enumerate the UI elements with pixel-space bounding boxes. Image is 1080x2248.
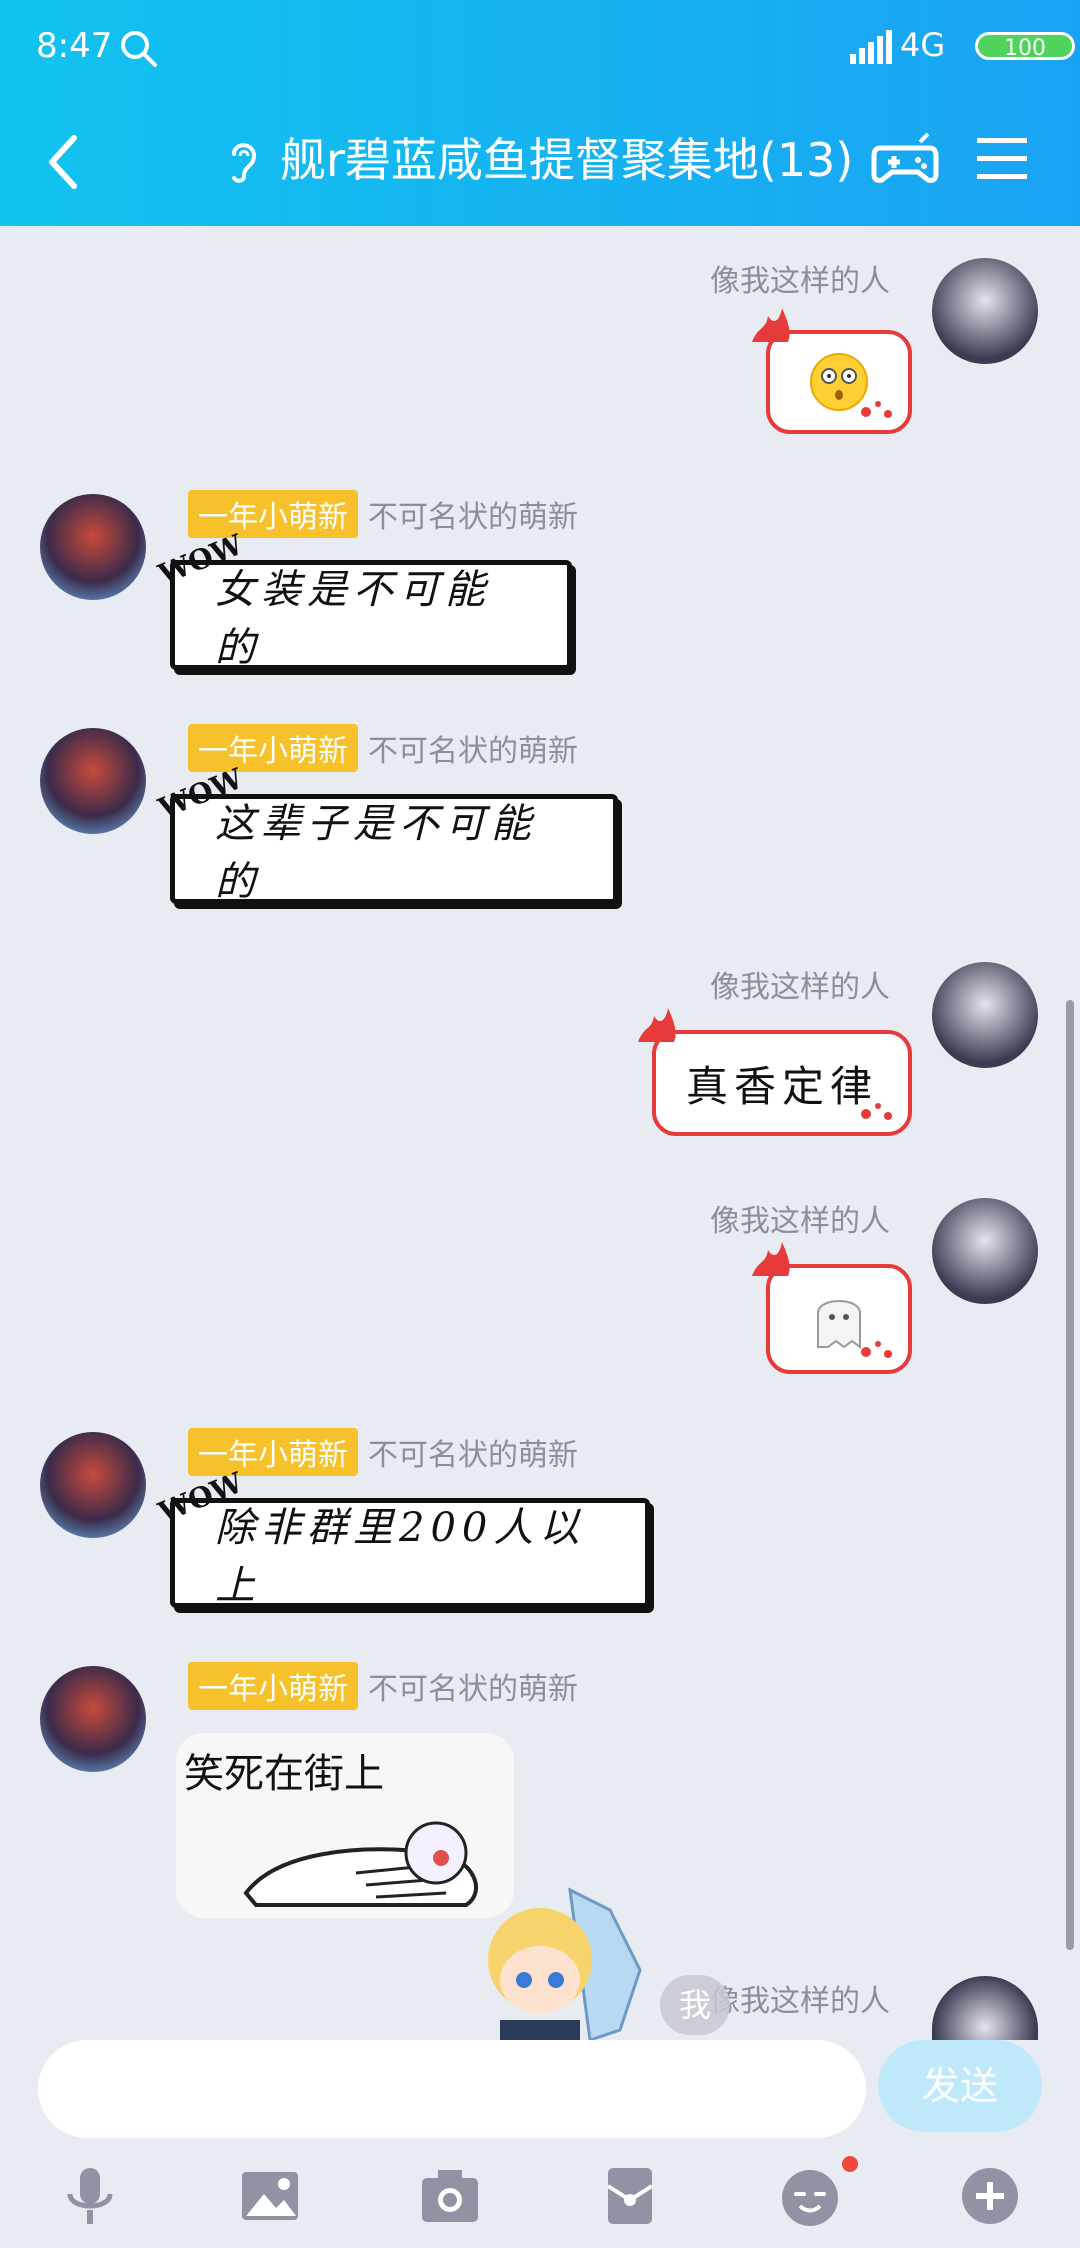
send-button[interactable]: 发送	[878, 2040, 1042, 2132]
flame-decoration-icon	[752, 1242, 790, 1276]
composer: 发送	[0, 2040, 1080, 2150]
page-title: 舰r碧蓝咸鱼提督聚集地(13)	[280, 133, 854, 187]
sparkle-decoration-icon	[861, 1103, 892, 1120]
red-packet-icon[interactable]	[598, 2164, 662, 2228]
message-text: 女装是不可能的	[215, 567, 491, 671]
earpiece-mode-icon[interactable]	[222, 136, 262, 186]
scrollbar[interactable]	[1066, 1000, 1074, 1950]
sparkle-decoration-icon	[861, 1341, 892, 1358]
avatar[interactable]	[40, 728, 146, 834]
message-bubble[interactable]: WOW 女装是不可能的	[154, 528, 572, 671]
message-bubble[interactable]: WOW 除非群里200人以上	[154, 1466, 650, 1609]
gamepad-icon[interactable]	[870, 126, 940, 196]
plus-icon[interactable]	[958, 2164, 1022, 2228]
member-level-badge: 一年小萌新	[188, 724, 358, 772]
sparkle-decoration-icon	[861, 401, 892, 418]
message-bubble[interactable]	[752, 1242, 912, 1374]
sender-name: 像我这样的人	[710, 264, 890, 299]
sender-name: 像我这样的人	[710, 970, 890, 1005]
message-text: 这辈子是不可能的	[215, 801, 537, 905]
avatar[interactable]	[932, 962, 1038, 1068]
sender-line: 一年小萌新 不可名状的萌新	[188, 724, 578, 772]
search-icon[interactable]	[118, 28, 158, 68]
flame-decoration-icon	[752, 308, 790, 342]
chat-header: 舰r碧蓝咸鱼提督聚集地(13)	[0, 96, 1080, 226]
avatar[interactable]	[932, 1976, 1038, 2040]
signal-icon	[850, 30, 892, 64]
message-bubble[interactable]	[752, 308, 912, 434]
member-level-badge: 一年小萌新	[188, 1662, 358, 1710]
image-message[interactable]: 笑死在街上	[176, 1733, 514, 1918]
camera-icon[interactable]	[418, 2164, 482, 2228]
back-icon[interactable]	[40, 132, 90, 192]
sender-name: 不可名状的萌新	[368, 1672, 578, 1707]
sender-line: 一年小萌新 不可名状的萌新	[188, 1428, 578, 1476]
emoji-icon[interactable]	[778, 2164, 842, 2228]
member-level-badge: 一年小萌新	[188, 1428, 358, 1476]
avatar[interactable]	[40, 1666, 146, 1772]
message-input[interactable]	[38, 2040, 866, 2138]
bottom-toolbar	[0, 2150, 1080, 2248]
battery-indicator: 100	[975, 32, 1075, 61]
sender-name: 像我这样的人	[710, 1204, 890, 1239]
avatar[interactable]	[932, 1198, 1038, 1304]
message-text: 除非群里200人以上	[215, 1505, 586, 1609]
sender-name: 不可名状的萌新	[368, 734, 578, 769]
status-time: 8:47	[36, 26, 113, 66]
flame-decoration-icon	[638, 1008, 676, 1042]
message-text: 真香定律	[685, 1061, 878, 1111]
avatar[interactable]	[40, 494, 146, 600]
sender-name: 不可名状的萌新	[368, 500, 578, 535]
me-label[interactable]: 我	[660, 1975, 730, 2035]
member-level-badge: 一年小萌新	[188, 490, 358, 538]
sender-line: 一年小萌新 不可名状的萌新	[188, 490, 578, 538]
image-icon[interactable]	[238, 2164, 302, 2228]
microphone-icon[interactable]	[58, 2164, 122, 2228]
meme-image	[243, 1821, 478, 1907]
avatar[interactable]	[40, 1432, 146, 1538]
notification-dot	[842, 2156, 858, 2172]
mascot-character[interactable]	[470, 1880, 650, 2040]
sender-line: 一年小萌新 不可名状的萌新	[188, 1662, 578, 1710]
sender-name: 不可名状的萌新	[368, 1438, 578, 1473]
image-caption: 笑死在街上	[184, 1751, 384, 1797]
avatar[interactable]	[932, 258, 1038, 364]
message-bubble[interactable]: 真香定律	[638, 1008, 912, 1136]
message-bubble[interactable]: WOW 这辈子是不可能的	[154, 762, 618, 905]
sender-name: 像我这样的人	[710, 1984, 890, 2019]
status-bar: 8:47 4G 100	[0, 0, 1080, 96]
network-type: 4G	[900, 26, 946, 64]
menu-icon[interactable]	[975, 132, 1029, 186]
